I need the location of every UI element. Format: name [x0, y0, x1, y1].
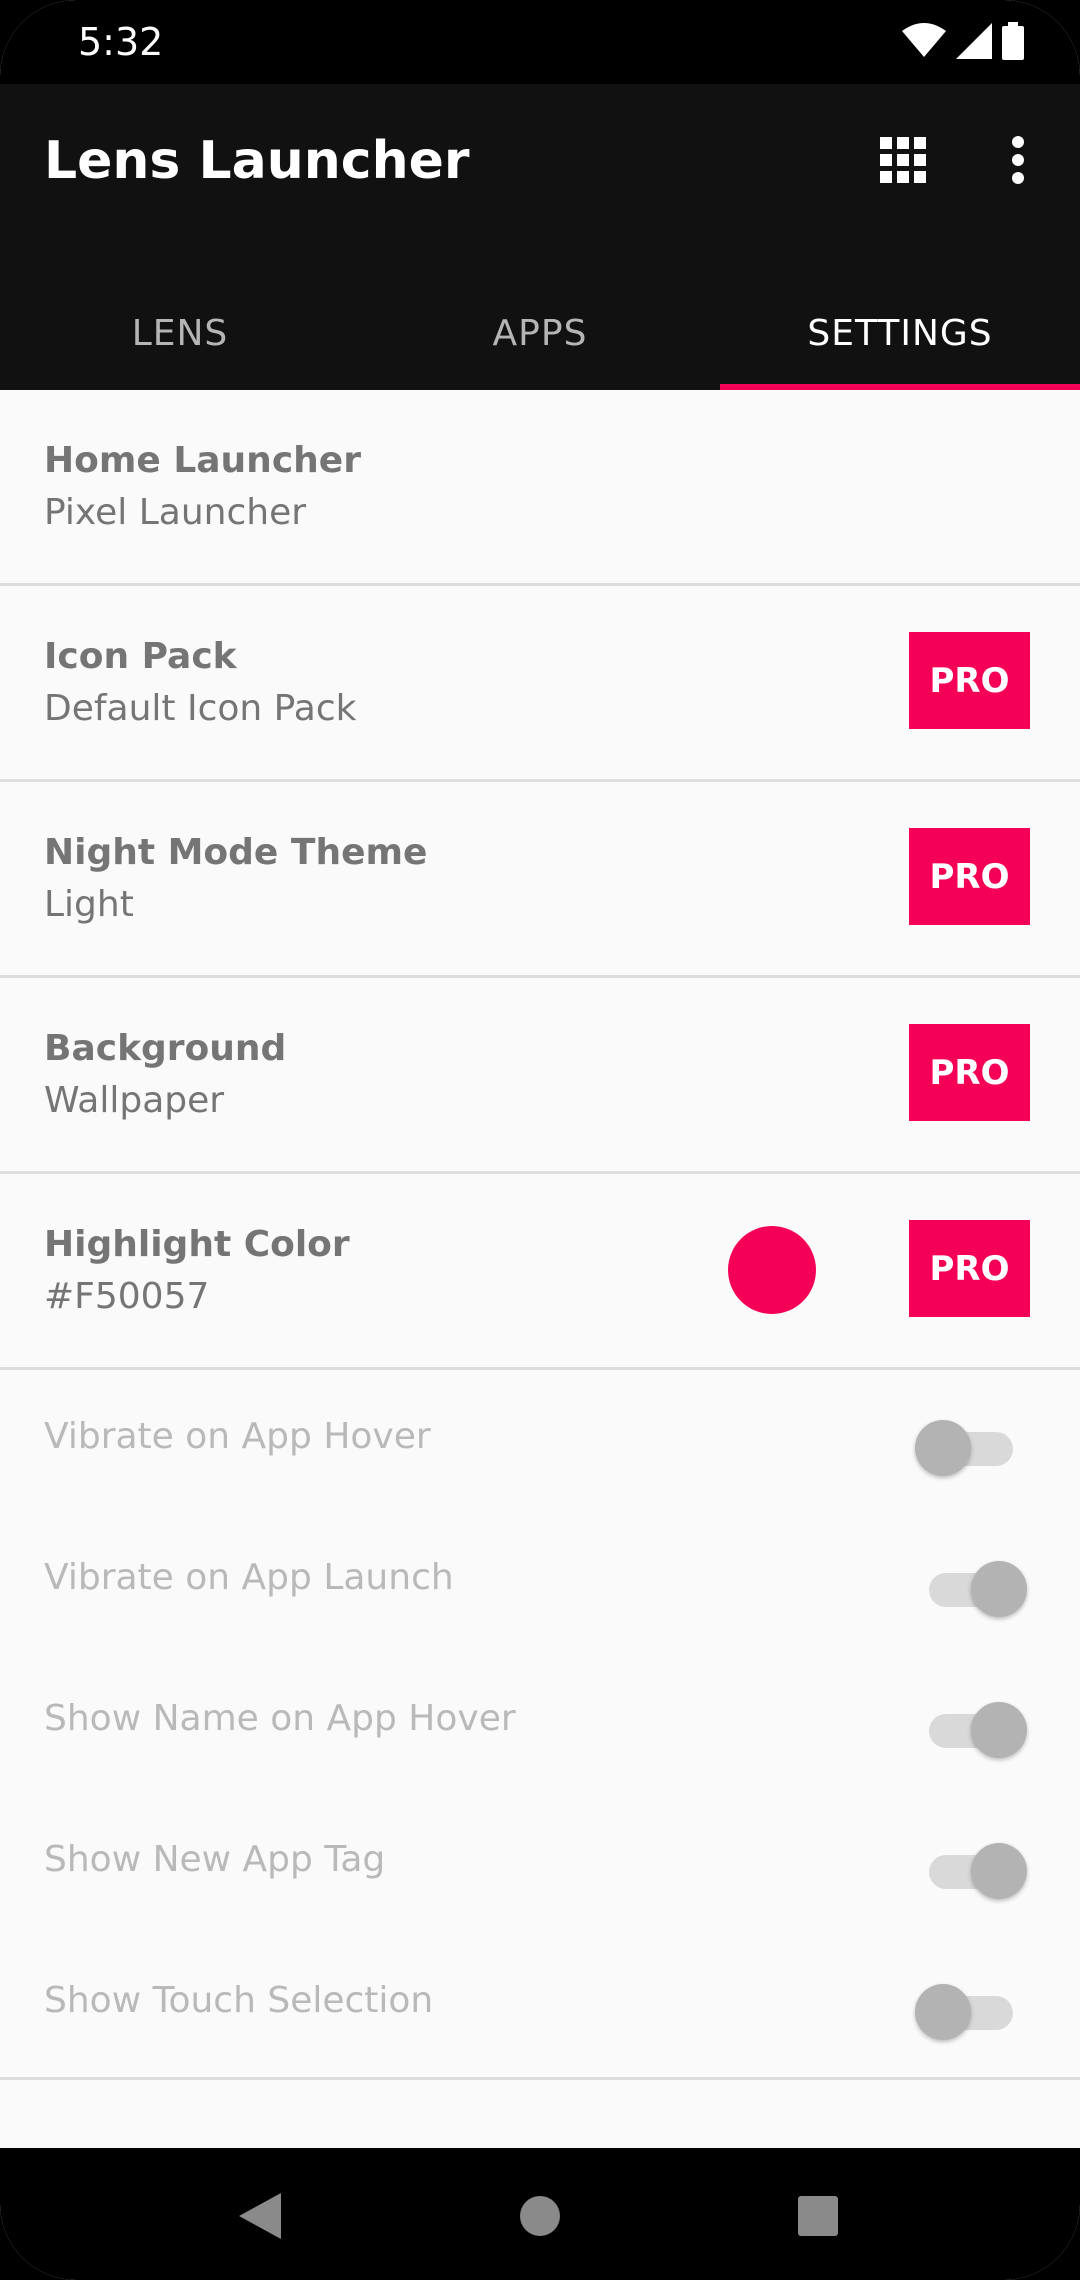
switch-thumb	[971, 1561, 1027, 1617]
toggle-section: Vibrate on App Hover Vibrate on App Laun…	[0, 1370, 1080, 2080]
setting-night-mode-theme[interactable]: Night Mode Theme Light PRO	[0, 782, 1080, 978]
status-icons	[902, 22, 1024, 64]
recents-icon	[798, 2196, 838, 2240]
tab-bar: LENS APPS SETTINGS	[0, 276, 1080, 390]
more-vert-icon	[1011, 136, 1025, 188]
tab-apps[interactable]: APPS	[360, 276, 720, 390]
screen: 5:32 Lens Launcher LENS APPS SETTINGS Ho…	[0, 0, 1080, 2280]
highlight-color-swatch[interactable]	[728, 1226, 816, 1314]
switch-thumb	[915, 1984, 971, 2040]
home-icon	[519, 2195, 561, 2241]
setting-background[interactable]: Background Wallpaper PRO	[0, 978, 1080, 1174]
setting-title: Icon Pack	[44, 636, 237, 677]
status-bar: 5:32	[0, 0, 1080, 84]
setting-highlight-color[interactable]: Highlight Color #F50057 PRO	[0, 1174, 1080, 1370]
apps-grid-icon	[880, 137, 926, 187]
toggle-label: Show Name on App Hover	[44, 1698, 516, 1739]
more-options-button[interactable]	[978, 122, 1058, 202]
setting-title: Highlight Color	[44, 1224, 350, 1265]
pro-badge[interactable]: PRO	[909, 632, 1030, 729]
wifi-icon	[902, 23, 946, 63]
setting-title: Background	[44, 1028, 287, 1069]
switch-show-touch-selection[interactable]	[915, 1982, 1027, 2042]
toggle-label: Vibrate on App Launch	[44, 1557, 454, 1598]
setting-title: Home Launcher	[44, 440, 361, 481]
switch-thumb	[971, 1702, 1027, 1758]
battery-icon	[1002, 22, 1024, 64]
setting-value: Pixel Launcher	[44, 492, 307, 533]
app-title: Lens Launcher	[44, 131, 470, 191]
switch-show-name-on-app-hover[interactable]	[915, 1700, 1027, 1760]
settings-list: Home Launcher Pixel Launcher Icon Pack D…	[0, 390, 1080, 2080]
setting-title: Night Mode Theme	[44, 832, 428, 873]
tab-settings[interactable]: SETTINGS	[720, 276, 1080, 390]
cell-signal-icon	[956, 23, 992, 63]
setting-value: Default Icon Pack	[44, 688, 357, 729]
status-time: 5:32	[78, 20, 164, 64]
toggle-show-touch-selection[interactable]: Show Touch Selection	[0, 1934, 1080, 2075]
toggle-vibrate-on-app-hover[interactable]: Vibrate on App Hover	[0, 1370, 1080, 1511]
back-icon	[239, 2193, 281, 2243]
back-button[interactable]	[220, 2178, 300, 2258]
tab-lens[interactable]: LENS	[0, 276, 360, 390]
setting-value: Light	[44, 884, 134, 925]
setting-home-launcher[interactable]: Home Launcher Pixel Launcher	[0, 390, 1080, 586]
navigation-bar	[0, 2148, 1080, 2280]
toggle-show-new-app-tag[interactable]: Show New App Tag	[0, 1793, 1080, 1934]
toggle-show-name-on-app-hover[interactable]: Show Name on App Hover	[0, 1652, 1080, 1793]
toggle-label: Vibrate on App Hover	[44, 1416, 431, 1457]
toggle-label: Show Touch Selection	[44, 1980, 434, 2021]
switch-thumb	[971, 1843, 1027, 1899]
setting-value: #F50057	[44, 1276, 210, 1317]
app-bar: Lens Launcher LENS APPS SETTINGS	[0, 84, 1080, 390]
switch-vibrate-on-app-launch[interactable]	[915, 1559, 1027, 1619]
apps-grid-button[interactable]	[863, 122, 943, 202]
pro-badge[interactable]: PRO	[909, 828, 1030, 925]
toggle-vibrate-on-app-launch[interactable]: Vibrate on App Launch	[0, 1511, 1080, 1652]
pro-badge[interactable]: PRO	[909, 1220, 1030, 1317]
switch-show-new-app-tag[interactable]	[915, 1841, 1027, 1901]
switch-vibrate-on-app-hover[interactable]	[915, 1418, 1027, 1478]
setting-value: Wallpaper	[44, 1080, 225, 1121]
recents-button[interactable]	[778, 2178, 858, 2258]
home-button[interactable]	[500, 2178, 580, 2258]
toggle-label: Show New App Tag	[44, 1839, 386, 1880]
pro-badge[interactable]: PRO	[909, 1024, 1030, 1121]
setting-icon-pack[interactable]: Icon Pack Default Icon Pack PRO	[0, 586, 1080, 782]
switch-thumb	[915, 1420, 971, 1476]
